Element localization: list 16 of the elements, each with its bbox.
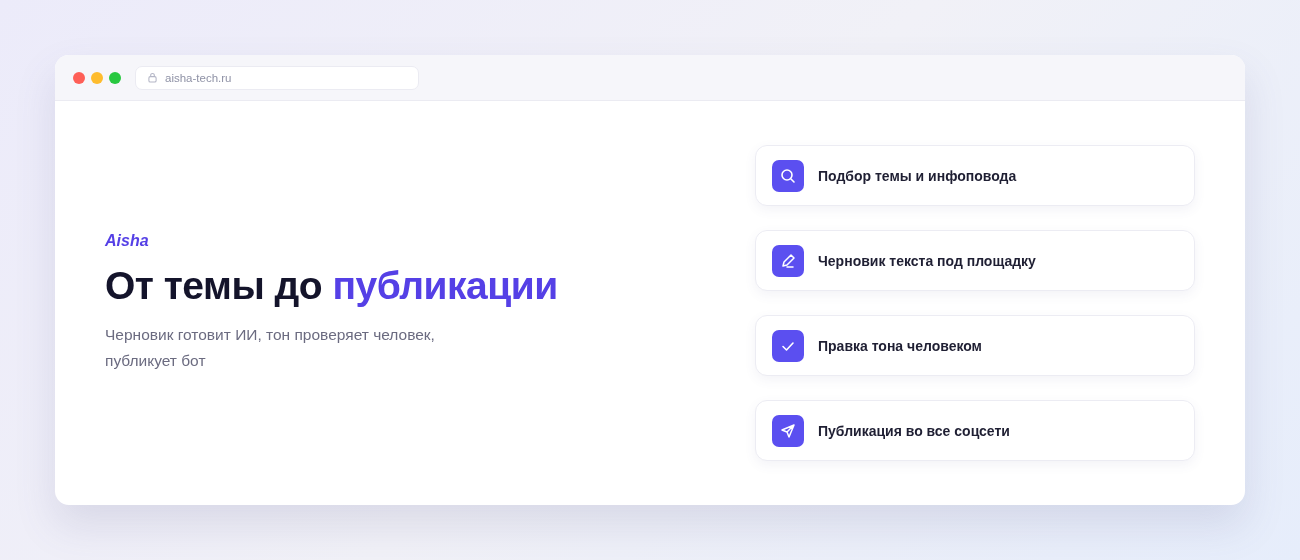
step-label: Правка тона человеком — [818, 337, 982, 354]
pen-icon — [772, 244, 804, 277]
subtitle: Черновик готовит ИИ, тон проверяет человек, публикует бот — [105, 325, 436, 371]
step-label: Черновик текста под площадку — [818, 252, 1036, 269]
lock-icon — [148, 72, 157, 83]
step-label: Публикация во все соцсети — [818, 422, 1010, 439]
address-field[interactable]: aisha-tech.ru — [135, 65, 419, 90]
close-icon[interactable] — [73, 71, 85, 84]
maximize-icon[interactable] — [109, 71, 121, 84]
headline: От темы до публикации — [105, 264, 558, 308]
step-label: Подбор темы и инфоповода — [818, 167, 1017, 184]
search-icon — [772, 159, 804, 192]
paper-plane-icon — [772, 414, 804, 447]
brand-label: Aisha — [105, 232, 150, 250]
minimize-icon[interactable] — [91, 71, 103, 84]
checkmark-icon — [772, 329, 804, 362]
